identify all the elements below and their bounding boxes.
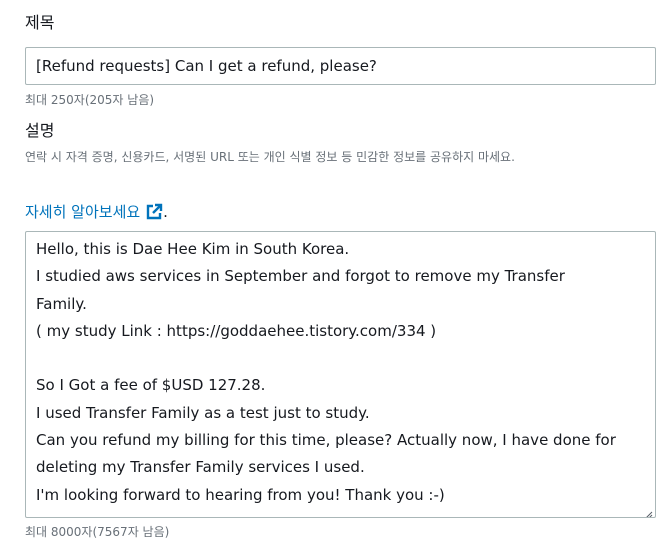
description-line: I'm looking forward to hearing from you!… <box>36 485 445 504</box>
description-label: 설명 <box>25 121 55 140</box>
subject-label: 제목 <box>25 13 55 32</box>
description-char-limit: 최대 8000자(7567자 남음) <box>25 525 170 539</box>
description-line: So I Got a fee of $USD 127.28. <box>36 376 266 395</box>
description-line: Family. <box>36 294 87 313</box>
resize-grip-icon[interactable] <box>643 505 653 517</box>
description-line: Hello, this is Dae Hee Kim in South Kore… <box>36 240 350 258</box>
support-case-form: 제목 [Refund requests] Can I get a refund,… <box>0 0 667 549</box>
external-link-icon <box>145 203 163 221</box>
subject-input[interactable]: [Refund requests] Can I get a refund, pl… <box>25 47 656 85</box>
description-textarea[interactable]: Hello, this is Dae Hee Kim in South Kore… <box>25 231 656 518</box>
description-line: ( my study Link : https://goddaehee.tist… <box>36 321 437 340</box>
learn-more-period: . <box>163 203 168 221</box>
description-line: I used Transfer Family as a test just to… <box>36 403 370 422</box>
description-line: I studied aws services in September and … <box>36 267 565 286</box>
subject-char-limit: 최대 250자(205자 남음) <box>25 93 155 107</box>
learn-more-link[interactable]: 자세히 알아보세요 . <box>25 201 168 223</box>
sensitive-info-warning: 연락 시 자격 증명, 신용카드, 서명된 URL 또는 개인 식별 정보 등 … <box>25 150 515 164</box>
description-line <box>36 345 645 372</box>
description-line: deleting my Transfer Family services I u… <box>36 458 365 477</box>
description-line: Can you refund my billing for this time,… <box>36 431 616 450</box>
learn-more-label: 자세히 알아보세요 <box>25 203 141 221</box>
